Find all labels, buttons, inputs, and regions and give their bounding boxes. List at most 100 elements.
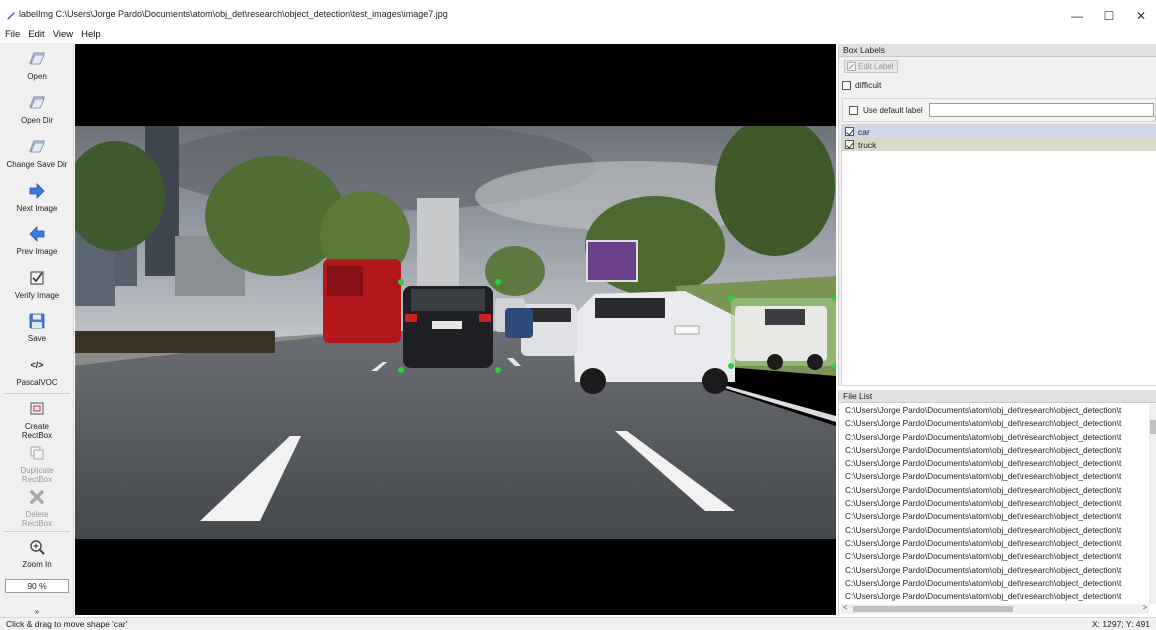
file-list-panel: File List C:\Users\Jorge Pardo\Documents…	[838, 390, 1156, 616]
change-save-dir-icon	[27, 137, 47, 157]
difficult-checkbox-row[interactable]: difficult	[842, 80, 881, 90]
scroll-right-arrow-icon[interactable]: >	[1142, 603, 1147, 612]
file-list-item[interactable]: C:\Users\Jorge Pardo\Documents\atom\obj_…	[841, 550, 1149, 563]
delete-rectbox-label: Delete RectBox	[21, 510, 53, 528]
file-list-item[interactable]: C:\Users\Jorge Pardo\Documents\atom\obj_…	[841, 524, 1149, 537]
status-message: Click & drag to move shape 'car'	[6, 619, 128, 629]
close-button[interactable]: ✕	[1126, 6, 1156, 26]
menu-file[interactable]: File	[0, 28, 23, 42]
horizontal-scroll-thumb[interactable]	[853, 606, 1013, 612]
file-list-item[interactable]: C:\Users\Jorge Pardo\Documents\atom\obj_…	[841, 577, 1149, 590]
difficult-checkbox[interactable]	[842, 80, 851, 90]
duplicate-rectbox-button[interactable]: Duplicate RectBox	[0, 443, 74, 484]
cursor-coordinates: X: 1297; Y: 491	[1092, 619, 1150, 629]
menu-edit[interactable]: Edit	[23, 28, 47, 42]
zoom-in-button[interactable]: Zoom In	[0, 537, 74, 569]
maximize-button[interactable]: ☐	[1094, 6, 1124, 26]
zoom-level-spinbox[interactable]: 90 %	[5, 579, 69, 593]
create-rectbox-button[interactable]: Create RectBox	[0, 399, 74, 440]
label-item-car[interactable]: car	[842, 125, 1156, 138]
change-save-dir-button[interactable]: Change Save Dir	[0, 137, 74, 169]
menu-help[interactable]: Help	[76, 28, 104, 42]
edit-pencil-icon	[847, 62, 856, 71]
use-default-label-text: Use default label	[863, 105, 923, 115]
file-list-item[interactable]: C:\Users\Jorge Pardo\Documents\atom\obj_…	[841, 510, 1149, 523]
label-truck-text: truck	[858, 139, 877, 150]
file-list-header: File List	[839, 390, 1156, 403]
label-car-text: car	[858, 126, 870, 137]
left-toolbar: Open Open Dir Change Save Dir Next Image…	[0, 43, 74, 617]
toolbar-divider	[4, 531, 70, 532]
street-scene-image	[75, 126, 836, 539]
delete-rectbox-button[interactable]: Delete RectBox	[0, 487, 74, 528]
menu-bar: File Edit View Help	[0, 28, 1156, 42]
labelimg-app-icon	[7, 12, 15, 20]
open-button[interactable]: Open	[0, 49, 74, 81]
arrow-left-icon	[27, 224, 47, 244]
vertical-scroll-thumb[interactable]	[1150, 420, 1156, 434]
next-image-button[interactable]: Next Image	[0, 181, 74, 213]
file-list-item[interactable]: C:\Users\Jorge Pardo\Documents\atom\obj_…	[841, 431, 1149, 444]
file-list: C:\Users\Jorge Pardo\Documents\atom\obj_…	[841, 404, 1149, 604]
edit-label-text: Edit Label	[858, 62, 894, 71]
scroll-left-arrow-icon[interactable]: <	[843, 603, 848, 612]
file-list-item[interactable]: C:\Users\Jorge Pardo\Documents\atom\obj_…	[841, 444, 1149, 457]
file-list-item[interactable]: C:\Users\Jorge Pardo\Documents\atom\obj_…	[841, 497, 1149, 510]
duplicate-rectbox-label: Duplicate RectBox	[20, 466, 54, 484]
file-list-item[interactable]: C:\Users\Jorge Pardo\Documents\atom\obj_…	[841, 590, 1149, 603]
box-labels-panel: Box Labels Edit Label difficult Use defa…	[838, 44, 1156, 386]
label-item-truck[interactable]: truck	[842, 138, 1156, 151]
magnifier-plus-icon	[27, 537, 47, 557]
zoom-in-label: Zoom In	[22, 560, 52, 569]
prev-image-button[interactable]: Prev Image	[0, 224, 74, 256]
save-button[interactable]: Save	[0, 311, 74, 343]
format-label: PascalVOC	[16, 378, 58, 387]
difficult-label: difficult	[855, 80, 882, 90]
floppy-disk-icon	[27, 311, 47, 331]
code-brackets-icon: </>	[30, 360, 44, 370]
window-title: labelImg C:\Users\Jorge Pardo\Documents\…	[19, 9, 448, 19]
file-list-item[interactable]: C:\Users\Jorge Pardo\Documents\atom\obj_…	[841, 417, 1149, 430]
delete-x-icon	[27, 487, 47, 507]
next-image-label: Next Image	[16, 204, 58, 213]
change-save-dir-label: Change Save Dir	[6, 160, 68, 169]
file-list-item[interactable]: C:\Users\Jorge Pardo\Documents\atom\obj_…	[841, 457, 1149, 470]
duplicate-icon	[27, 443, 47, 463]
open-dir-icon	[27, 93, 47, 113]
format-toggle-button[interactable]: </> PascalVOC	[0, 355, 74, 387]
status-bar: Click & drag to move shape 'car' X: 1297…	[0, 617, 1156, 630]
menu-view[interactable]: View	[48, 28, 76, 42]
create-rectbox-label: Create RectBox	[21, 422, 53, 440]
use-default-label-checkbox[interactable]	[849, 105, 858, 115]
minimize-button[interactable]: —	[1062, 6, 1092, 26]
create-rectbox-icon	[27, 399, 47, 419]
title-bar: labelImg C:\Users\Jorge Pardo\Documents\…	[0, 0, 1156, 28]
file-list-item[interactable]: C:\Users\Jorge Pardo\Documents\atom\obj_…	[841, 564, 1149, 577]
open-folder-icon	[27, 49, 47, 69]
verify-image-button[interactable]: Verify Image	[0, 268, 74, 300]
default-label-row: Use default label	[842, 98, 1156, 122]
label-car-checkbox[interactable]	[845, 127, 854, 136]
checkbox-check-icon	[27, 268, 47, 288]
toolbar-overflow-chevron-icon[interactable]: »	[0, 607, 74, 616]
file-list-vertical-scrollbar[interactable]	[1149, 404, 1156, 604]
file-list-horizontal-scrollbar[interactable]: < >	[841, 603, 1149, 614]
label-truck-checkbox[interactable]	[845, 140, 854, 149]
open-label: Open	[27, 72, 47, 81]
label-list: car truck	[841, 124, 1156, 386]
save-label: Save	[27, 334, 47, 343]
edit-label-button[interactable]: Edit Label	[844, 60, 898, 73]
image-canvas[interactable]	[75, 44, 836, 615]
toolbar-divider	[4, 393, 70, 394]
file-list-item[interactable]: C:\Users\Jorge Pardo\Documents\atom\obj_…	[841, 484, 1149, 497]
file-list-item[interactable]: C:\Users\Jorge Pardo\Documents\atom\obj_…	[841, 537, 1149, 550]
default-label-input[interactable]	[929, 103, 1154, 117]
box-labels-header: Box Labels	[839, 44, 1156, 57]
open-dir-button[interactable]: Open Dir	[0, 93, 74, 125]
prev-image-label: Prev Image	[16, 247, 58, 256]
file-list-item[interactable]: C:\Users\Jorge Pardo\Documents\atom\obj_…	[841, 470, 1149, 483]
file-list-item[interactable]: C:\Users\Jorge Pardo\Documents\atom\obj_…	[841, 404, 1149, 417]
verify-image-label: Verify Image	[14, 291, 60, 300]
arrow-right-icon	[27, 181, 47, 201]
open-dir-label: Open Dir	[20, 116, 53, 125]
